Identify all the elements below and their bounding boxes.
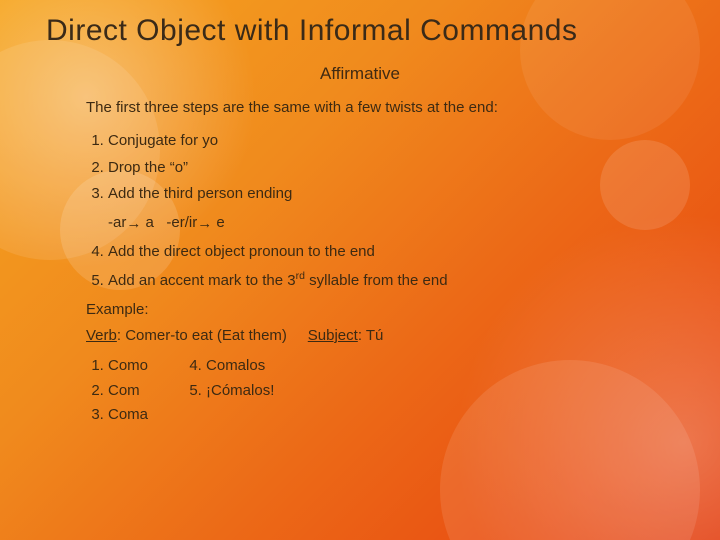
- example-step: Coma: [108, 403, 148, 427]
- example-line: Verb: Comer-to eat (Eat them) Subject: T…: [86, 326, 646, 346]
- slide: Direct Object with Informal Commands Aff…: [0, 0, 720, 540]
- steps-list: Conjugate for yo Drop the “o” Add the th…: [86, 128, 646, 207]
- slide-body: The first three steps are the same with …: [86, 98, 646, 427]
- example-step: Como: [108, 354, 148, 378]
- intro-text: The first three steps are the same with …: [86, 98, 646, 118]
- step-item: Add the third person ending: [108, 181, 646, 207]
- step-item: Conjugate for yo: [108, 128, 646, 154]
- slide-subtitle: Affirmative: [0, 64, 720, 84]
- step-item: Add the direct object pronoun to the end: [108, 239, 646, 265]
- slide-title: Direct Object with Informal Commands: [46, 14, 578, 48]
- step-item: Add an accent mark to the 3rd syllable f…: [108, 266, 646, 294]
- example-columns: Como Com Coma Comalos ¡Cómalos!: [86, 354, 646, 427]
- endings-line: -ar→ a -er/ir→ e: [108, 213, 646, 233]
- example-label: Example:: [86, 300, 646, 320]
- example-step: ¡Cómalos!: [206, 379, 274, 403]
- steps-list-cont: Add the direct object pronoun to the end…: [86, 239, 646, 294]
- step-item: Drop the “o”: [108, 155, 646, 181]
- example-step: Com: [108, 379, 148, 403]
- example-step: Comalos: [206, 354, 274, 378]
